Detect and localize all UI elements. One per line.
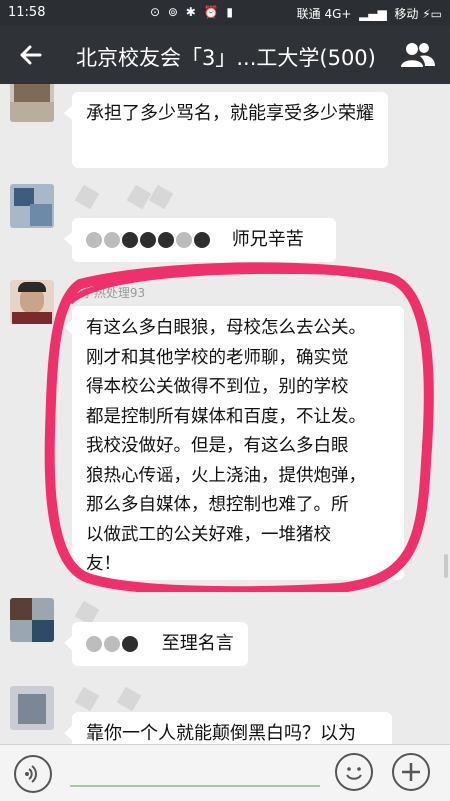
- sender-name: 勇 热处理93: [78, 286, 146, 300]
- message-input[interactable]: [70, 785, 320, 787]
- status-carriers: 联通 4G+ ▂▄▆ 移动 ⚡▭: [296, 7, 442, 21]
- chat-title: 北京校友会「3」...工大学(500): [76, 46, 376, 70]
- more-button[interactable]: [392, 753, 430, 791]
- status-bar: 11:58 ⊙ ⊚ ✱ ⏰ ▮ 联通 4G+ ▂▄▆ 移动 ⚡▭: [0, 0, 450, 26]
- voice-input-button[interactable]: [14, 755, 52, 793]
- avatar[interactable]: [10, 184, 54, 228]
- chat-header: 北京校友会「3」...工大学(500): [0, 26, 450, 84]
- sender-mosaic: [74, 184, 173, 210]
- message-text: 师兄辛苦: [231, 229, 304, 250]
- chat-area: 承担了多少骂名，就能享受多少荣耀 师兄辛苦 勇 热处理93 有这么多白眼狼，母校…: [0, 84, 450, 744]
- message-line: 有这么多白眼狼，母校怎么去公关。: [86, 318, 366, 338]
- voice-icon: [25, 765, 37, 783]
- message-line: 以做武工的公关好难，一堆猪校: [86, 524, 331, 545]
- scrollbar[interactable]: [444, 554, 448, 578]
- plus-icon: [402, 763, 420, 781]
- message-line: 那么多自媒体，想控制也难了。所: [86, 495, 349, 515]
- avatar[interactable]: [10, 84, 54, 122]
- message-line: 得本校公关做得不到位，别的学校: [86, 377, 349, 397]
- message-line: 我校没做好。但是，有这么多白眼: [86, 436, 349, 456]
- emoji-button[interactable]: [335, 753, 373, 791]
- avatar[interactable]: [10, 686, 54, 730]
- message-bubble[interactable]: 师兄辛苦: [64, 218, 336, 262]
- status-carrier-1: 联通 4G+: [296, 7, 352, 21]
- group-members-icon[interactable]: [400, 39, 436, 71]
- status-time: 11:58: [8, 5, 46, 20]
- message-bubble[interactable]: 至理名言: [64, 622, 248, 666]
- message-text: 至理名言: [161, 633, 234, 654]
- avatar[interactable]: [10, 280, 54, 324]
- avatar[interactable]: [10, 598, 54, 642]
- message-bubble[interactable]: 承担了多少骂名，就能享受多少荣耀: [64, 92, 388, 168]
- message-bubble[interactable]: 靠你一个人就能颠倒黑白吗？以为: [64, 712, 392, 744]
- message-text: 靠你一个人就能颠倒黑白吗？以为: [86, 723, 356, 744]
- message-line: 狼热心传谣，火上浇油，提供炮弹，: [86, 465, 366, 486]
- smile-icon: [346, 767, 362, 780]
- mention-mosaic: [86, 224, 226, 256]
- status-icons: ⊙ ⊚ ✱ ⏰ ▮: [150, 5, 235, 19]
- message-line: 都是控制所有媒体和百度，不让发。: [86, 406, 366, 427]
- message-line: 友！: [86, 554, 121, 574]
- mention-mosaic: [86, 628, 156, 660]
- status-carrier-2: 移动: [394, 7, 419, 21]
- input-bar: [0, 744, 450, 801]
- message-text: 承担了多少骂名，就能享受多少荣耀: [86, 103, 374, 124]
- message-bubble[interactable]: 有这么多白眼狼，母校怎么去公关。 刚才和其他学校的老师聊，确实觉 得本校公关做得…: [64, 306, 404, 580]
- sender-mosaic: [74, 686, 142, 712]
- message-line: 刚才和其他学校的老师聊，确实觉: [86, 347, 349, 368]
- back-arrow-icon[interactable]: [14, 38, 48, 72]
